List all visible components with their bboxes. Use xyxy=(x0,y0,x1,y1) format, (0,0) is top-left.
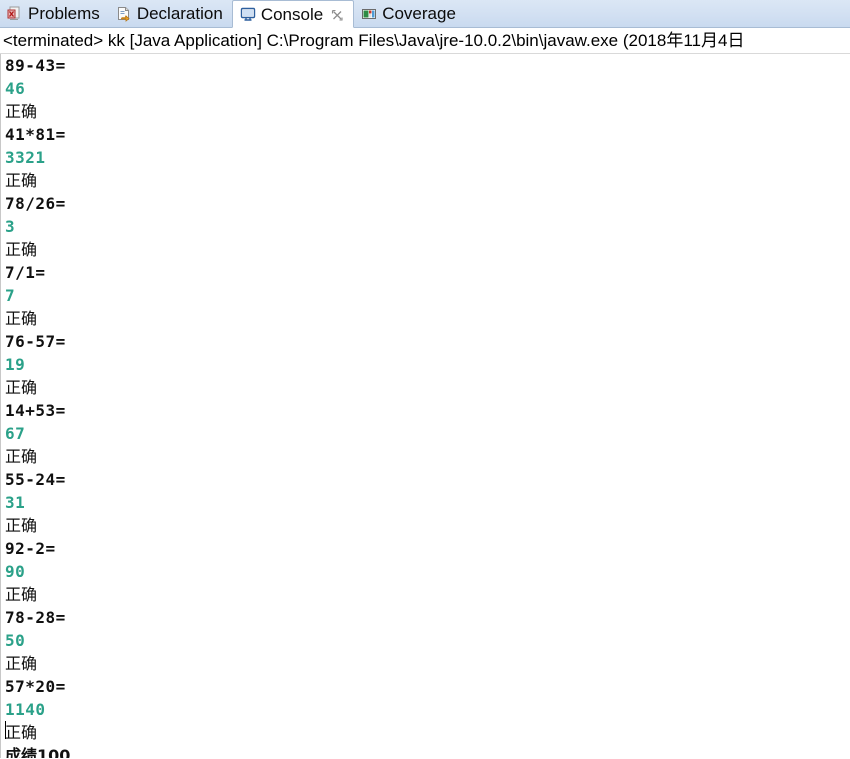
console-line-score: 成绩100 xyxy=(5,746,71,758)
tab-console[interactable]: Console xyxy=(231,0,355,28)
console-line-expr: 78-28= xyxy=(5,608,66,627)
console-line-verdict: 正确 xyxy=(5,378,38,397)
tab-problems-label: Problems xyxy=(28,4,100,23)
console-line-verdict: 正确 xyxy=(5,240,38,259)
console-line-answer: 19 xyxy=(5,355,26,374)
console-line-verdict: 正确 xyxy=(5,723,38,742)
console-process-header: <terminated> kk [Java Application] C:\Pr… xyxy=(0,28,850,54)
console-line-answer: 31 xyxy=(5,493,26,512)
console-line-expr: 76-57= xyxy=(5,332,66,351)
view-tabbar: Problems Declaration Console Coverage xyxy=(0,0,850,28)
tab-problems[interactable]: Problems xyxy=(0,0,109,27)
console-line-verdict: 正确 xyxy=(5,102,38,121)
console-line-expr: 92-2= xyxy=(5,539,56,558)
console-line-expr: 7/1= xyxy=(5,263,46,282)
console-line-answer: 50 xyxy=(5,631,26,650)
console-line-answer: 46 xyxy=(5,79,26,98)
tab-declaration[interactable]: Declaration xyxy=(109,0,232,27)
console-icon xyxy=(240,6,256,22)
console-line-answer: 90 xyxy=(5,562,26,581)
tab-coverage[interactable]: Coverage xyxy=(354,0,465,27)
console-line-verdict: 正确 xyxy=(5,447,38,466)
problems-icon xyxy=(7,6,23,22)
tab-declaration-label: Declaration xyxy=(136,4,223,23)
console-line-expr: 89-43= xyxy=(5,56,66,75)
console-line-verdict: 正确 xyxy=(5,654,38,673)
tab-coverage-label: Coverage xyxy=(382,4,456,23)
console-line-answer: 7 xyxy=(5,286,16,305)
console-lines: 89-43= 46 正确 41*81= 3321 正确 78/26= 3 正确 7/1= 7 正确 76… xyxy=(1,54,850,758)
console-line-verdict: 正确 xyxy=(5,171,38,190)
declaration-icon xyxy=(116,6,132,22)
console-line-expr: 78/26= xyxy=(5,194,66,213)
console-line-verdict: 正确 xyxy=(5,309,38,328)
tab-console-label: Console xyxy=(260,4,324,24)
close-icon[interactable] xyxy=(331,8,344,21)
console-line-answer: 67 xyxy=(5,424,26,443)
console-line-expr: 57*20= xyxy=(5,677,66,696)
console-line-answer: 3 xyxy=(5,217,16,236)
console-line-verdict: 正确 xyxy=(5,585,38,604)
console-line-answer: 3321 xyxy=(5,148,46,167)
console-line-expr: 41*81= xyxy=(5,125,66,144)
tabbar-filler xyxy=(465,0,850,27)
console-line-answer: 1140 xyxy=(5,700,46,719)
console-line-expr: 55-24= xyxy=(5,470,66,489)
console-line-expr: 14+53= xyxy=(5,401,66,420)
coverage-icon xyxy=(361,6,377,22)
text-caret xyxy=(5,721,6,739)
console-output[interactable]: 89-43= 46 正确 41*81= 3321 正确 78/26= 3 正确 7/1= 7 正确 76… xyxy=(0,54,850,758)
console-line-verdict: 正确 xyxy=(5,516,38,535)
